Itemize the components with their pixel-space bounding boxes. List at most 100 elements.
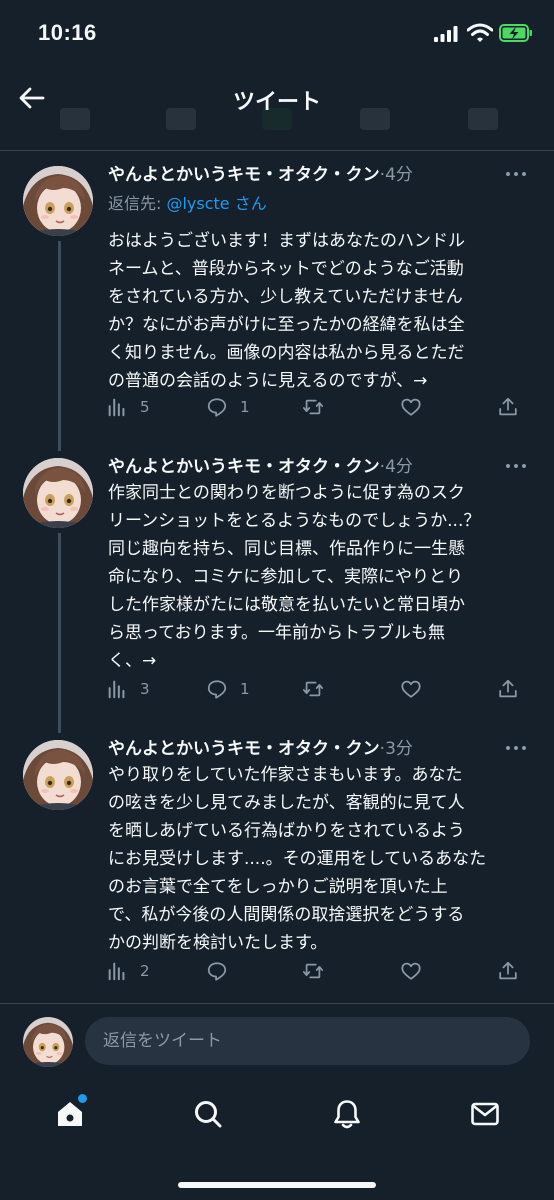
avatar [23,1017,73,1067]
search-icon [195,1101,222,1128]
retweet-icon [302,960,324,982]
retweet-icon [302,396,324,418]
tweet-text-line: をされている方か、少し教えていただけません [108,287,463,307]
reply-count: 1 [240,398,250,416]
reply-count: 1 [240,680,250,698]
like-button[interactable] [400,395,422,419]
tweet-text-line: おはようございます！まずはあなたのハンドル [108,231,465,251]
retweet-button[interactable] [302,395,324,419]
share-icon [497,960,519,982]
reply-button[interactable] [206,959,228,983]
thread-line [58,533,61,733]
tweet-text-line: の呟きを少し見てみましたが、客観的に見て人 [108,793,465,813]
share-icon [497,678,519,700]
tweet-text-line: く、→ [108,651,157,671]
nav-search[interactable] [186,1092,230,1136]
notification-dot [78,1094,87,1103]
tweet-text-line: やり取りをしていた作家さまもいます。あなた [108,765,463,785]
tweet-text: おはようございます！まずはあなたのハンドル ネームと、普段からネットでどのような… [108,227,536,395]
tweet-time[interactable]: 4分 [385,457,413,477]
reply-to-handle[interactable]: @lyscte [166,194,229,213]
retweet-button[interactable] [302,677,324,701]
tweet-text-line: のお言葉で全てをしっかりご説明を頂いた上 [108,877,448,897]
like-button[interactable] [400,677,422,701]
messages-icon [471,1102,499,1126]
status-bar: 10:16 [0,0,554,70]
signal-icon [434,26,458,42]
share-button[interactable] [497,677,519,701]
tweet-text-line: ら思っております。一年前からトラブルも無 [108,623,445,643]
reply-button[interactable]: 1 [206,395,250,419]
more-icon[interactable] [504,461,528,471]
share-icon [497,396,519,418]
tweet-text-line: にお見受けします....。その運用をしているあなた [108,849,487,869]
retweet-button[interactable] [302,959,324,983]
views-count: 2 [140,962,150,980]
views-button[interactable]: 3 [106,677,150,701]
views-icon [106,396,128,418]
wifi-icon [467,23,493,42]
share-button[interactable] [497,959,519,983]
avatar[interactable] [23,166,93,236]
battery-charging-icon [499,24,532,42]
reply-to-suffix[interactable]: さん [230,194,267,213]
tweet-text-line: か？なにがお声がけに至ったかの経緯を私は全 [108,315,465,335]
retweet-icon [302,678,324,700]
like-icon [400,960,422,982]
tweet-actions: 5 1 [106,395,522,419]
views-icon [106,960,128,982]
tweet-time[interactable]: 4分 [385,165,413,185]
views-icon [106,678,128,700]
reply-icon [206,678,228,700]
reply-bar [0,1004,554,1074]
tweet-actions: 3 1 [106,677,522,701]
tweet-text-line: を晒しあげている行為ばかりをされているよう [108,821,465,841]
share-button[interactable] [497,395,519,419]
tweet-text: 作家同士との関わりを断つように促す為のスク リーンショットをとるようなものでしょ… [108,479,536,675]
views-count: 3 [140,680,150,698]
more-icon[interactable] [504,743,528,753]
tweet-header: やんよとかいうキモ・オタク・クン·3分 [108,737,474,761]
views-button[interactable]: 2 [106,959,150,983]
tweet-actions: 2 [106,959,522,983]
views-count: 5 [140,398,150,416]
page-title: ツイート [232,90,321,115]
tweet-text: やり取りをしていた作家さまもいます。あなた の呟きを少し見てみましたが、客観的に… [108,761,536,957]
tweet[interactable]: やんよとかいうキモ・オタク・クン·4分 返信先: @lyscte さん おはよう… [0,163,554,451]
like-icon [400,396,422,418]
tweet[interactable]: やんよとかいうキモ・オタク・クン·4分 作家同士との関わりを断つように促す為のス… [0,455,554,737]
like-button[interactable] [400,959,422,983]
nav-notifications[interactable] [325,1092,369,1136]
reply-to: 返信先: @lyscte さん [108,193,267,215]
tweet-text-line: リーンショットをとるようなものでしょうか...？ [108,511,481,531]
avatar[interactable] [23,458,93,528]
tweet[interactable]: やんよとかいうキモ・オタク・クン·3分 やり取りをしていた作家さまもいます。あな… [0,737,554,997]
author-name[interactable]: やんよとかいうキモ・オタク・クン [108,457,380,477]
tweet-text-line: 命になり、コミケに参加して、実際にやりとり [108,567,463,587]
more-icon[interactable] [504,169,528,179]
views-button[interactable]: 5 [106,395,150,419]
tweet-header: やんよとかいうキモ・オタク・クン·4分 [108,163,474,187]
tweet-text-line: 作家同士との関わりを断つように促す為のスク [108,483,465,503]
avatar[interactable] [23,740,93,810]
tweet-text-line: ネームと、普段からネットでどのようなご活動 [108,259,464,279]
tweet-text-line: で、私が今後の人間関係の取捨選択をどうする [108,905,465,925]
like-icon [400,678,422,700]
nav-home[interactable] [48,1092,92,1136]
nav-messages[interactable] [463,1092,507,1136]
reply-icon [206,396,228,418]
tweet-text-line: 同じ趣向を持ち、同じ目標、作品作りに一生懸 [108,539,465,559]
author-name[interactable]: やんよとかいうキモ・オタク・クン [108,165,380,185]
header: ツイート [0,70,554,151]
bottom-nav [0,1074,554,1200]
thread-line [58,241,61,451]
reply-button[interactable]: 1 [206,677,250,701]
tweet-text-line: の普通の会話のように見えるのですが、→ [108,371,428,391]
reply-input[interactable] [85,1017,530,1065]
tweet-time[interactable]: 3分 [385,739,413,759]
author-name[interactable]: やんよとかいうキモ・オタク・クン [108,739,380,759]
status-time: 10:16 [38,20,97,45]
home-indicator [178,1182,376,1188]
tweet-text-line: く知りません。画像の内容は私から見るとただ [108,343,465,363]
reply-to-prefix: 返信先: [108,194,167,213]
